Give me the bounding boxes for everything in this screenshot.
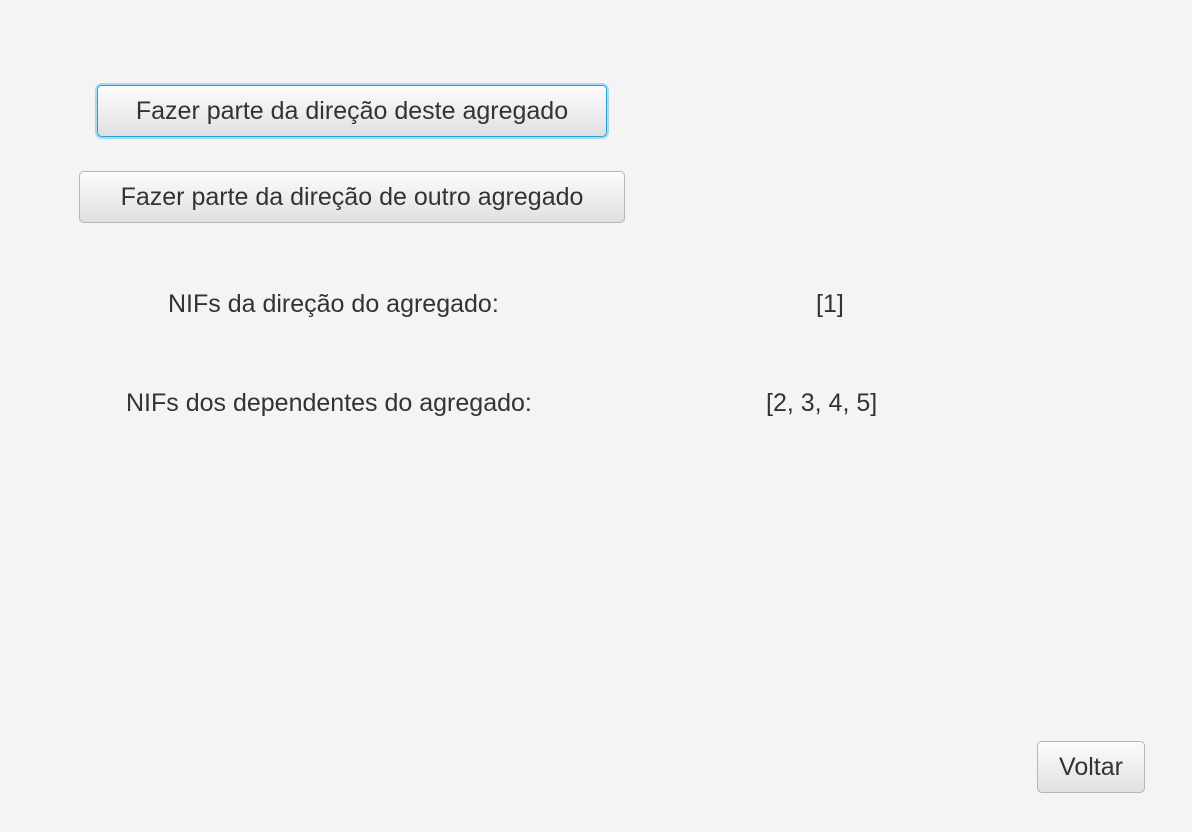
main-window: Fazer parte da direção deste agregado Fa…	[0, 0, 1192, 832]
join-this-household-direction-button[interactable]: Fazer parte da direção deste agregado	[97, 85, 607, 137]
back-button[interactable]: Voltar	[1037, 741, 1145, 793]
direction-nifs-label: NIFs da direção do agregado:	[168, 290, 499, 318]
dependents-nifs-value: [2, 3, 4, 5]	[766, 389, 878, 417]
join-other-household-direction-button[interactable]: Fazer parte da direção de outro agregado	[79, 171, 625, 223]
dependents-nifs-label: NIFs dos dependentes do agregado:	[126, 389, 532, 417]
direction-nifs-value: [1]	[816, 290, 844, 318]
